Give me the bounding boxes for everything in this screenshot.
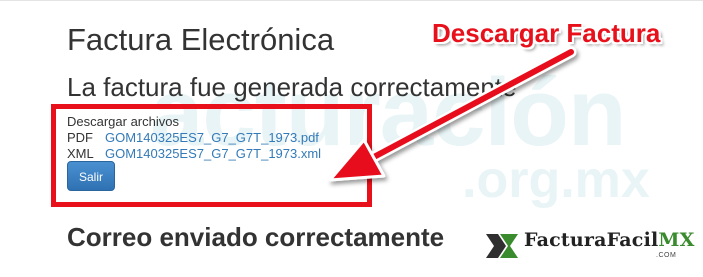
logo-name-main: FacturaFacil bbox=[524, 229, 659, 251]
status-message: La factura fue generada correctamente bbox=[67, 72, 517, 102]
highlight-box bbox=[51, 104, 372, 207]
annotation-label: Descargar Factura bbox=[432, 18, 661, 48]
logo-wordmark: FacturaFacilMX bbox=[524, 229, 695, 251]
logo-domain: .COM bbox=[656, 252, 677, 259]
watermark-domain: .org.mx bbox=[462, 151, 650, 209]
page-title: Factura Electrónica bbox=[67, 22, 335, 57]
top-divider bbox=[0, 0, 703, 1]
logo-name-accent: MX bbox=[658, 229, 695, 251]
factura-facil-logo-icon bbox=[486, 234, 518, 258]
email-status-message: Correo enviado correctamente bbox=[67, 222, 445, 252]
factura-facil-logo: FacturaFacilMX .COM bbox=[484, 226, 694, 266]
